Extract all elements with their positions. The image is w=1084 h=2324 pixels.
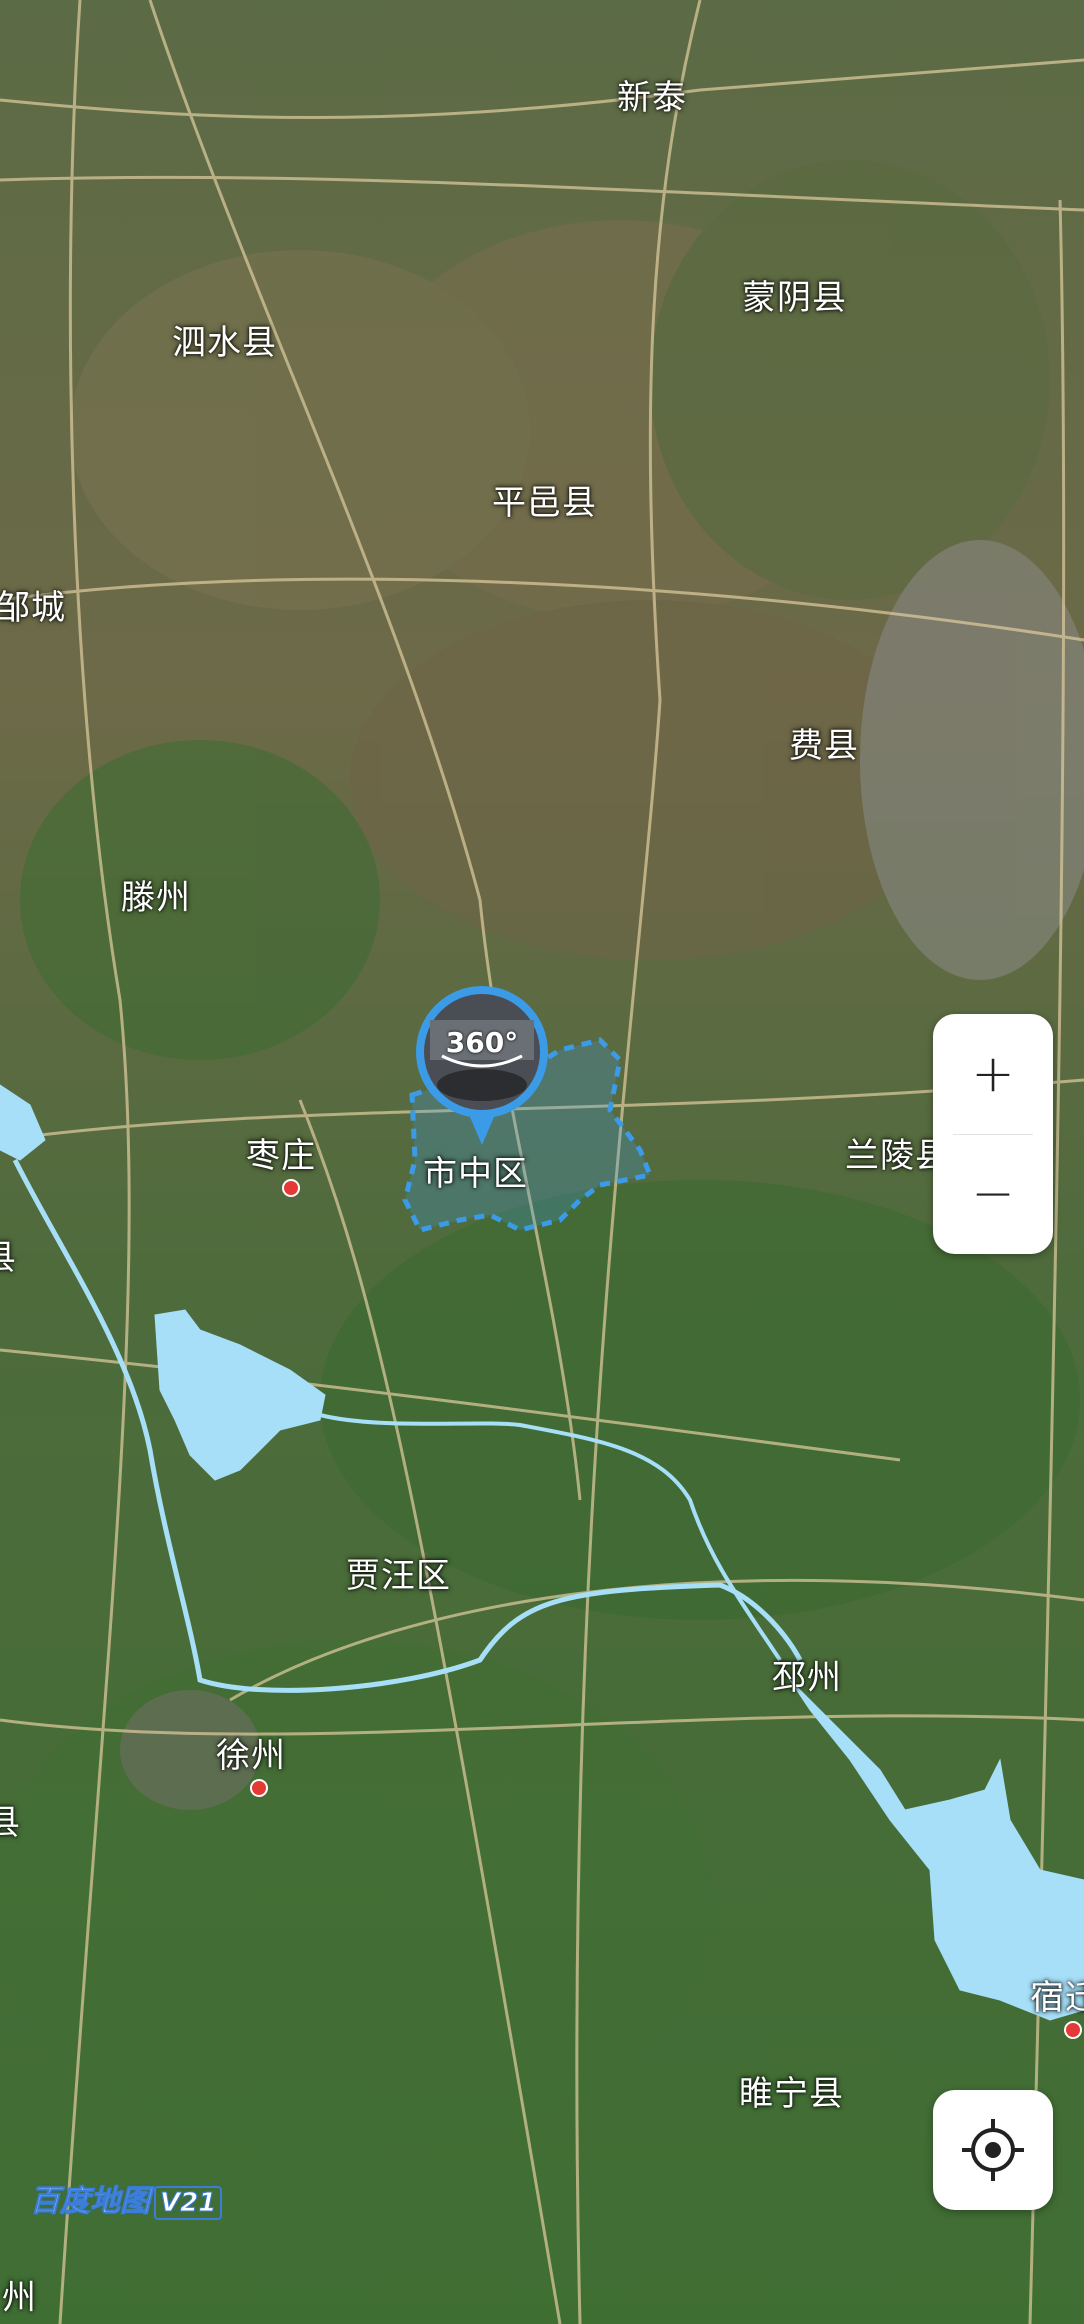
place-label-pizhou: 邳州 [772,1658,842,1698]
city-dot-xuzhou [250,1779,268,1797]
place-label-shizhong: 市中区 [423,1154,528,1194]
place-label-jiawang: 贾汪区 [346,1556,451,1596]
city-dot-zaozhuang [282,1179,300,1197]
zoom-control: + − [933,1014,1053,1254]
place-label-suqian: 宿迁 [1030,1978,1084,2018]
place-label-xintai: 新泰 [617,78,687,118]
locate-me-button[interactable] [933,2090,1053,2210]
place-label-suining: 睢宁县 [739,2074,844,2114]
version-badge: V21 [154,2186,223,2220]
panorama-pin-icon [416,986,548,1145]
place-label-edge-left-2: 县 [0,1803,21,1843]
place-label-pingyi: 平邑县 [492,483,597,523]
place-label-tengzhou: 滕州 [121,878,191,918]
zoom-out-button[interactable]: − [933,1134,1053,1254]
place-label-xuzhou: 徐州 [216,1736,286,1776]
logo-text: 百度地图 [30,2184,151,2220]
city-dot-suqian [1064,2021,1082,2039]
panorama-360-label: 360° [445,1026,519,1059]
place-label-mengyin: 蒙阴县 [742,278,847,318]
place-label-zaozhuang: 枣庄 [246,1136,316,1176]
zoom-in-button[interactable]: + [933,1014,1053,1134]
place-label-edge-left-1: 县 [0,1230,17,1279]
crosshair-icon [962,2119,1024,2181]
minus-icon: − [971,1164,1015,1224]
plus-icon: + [971,1044,1015,1104]
place-label-edge-bottom: 州 [2,2278,37,2318]
panorama-360-marker[interactable]: 360° [412,980,552,1150]
place-label-sishui: 泗水县 [172,323,277,363]
baidu-map-logo: 百度地图 V21 [30,2176,223,2220]
place-label-zoucheng: 邹城 [0,588,66,628]
place-label-feixian: 费县 [789,726,859,766]
